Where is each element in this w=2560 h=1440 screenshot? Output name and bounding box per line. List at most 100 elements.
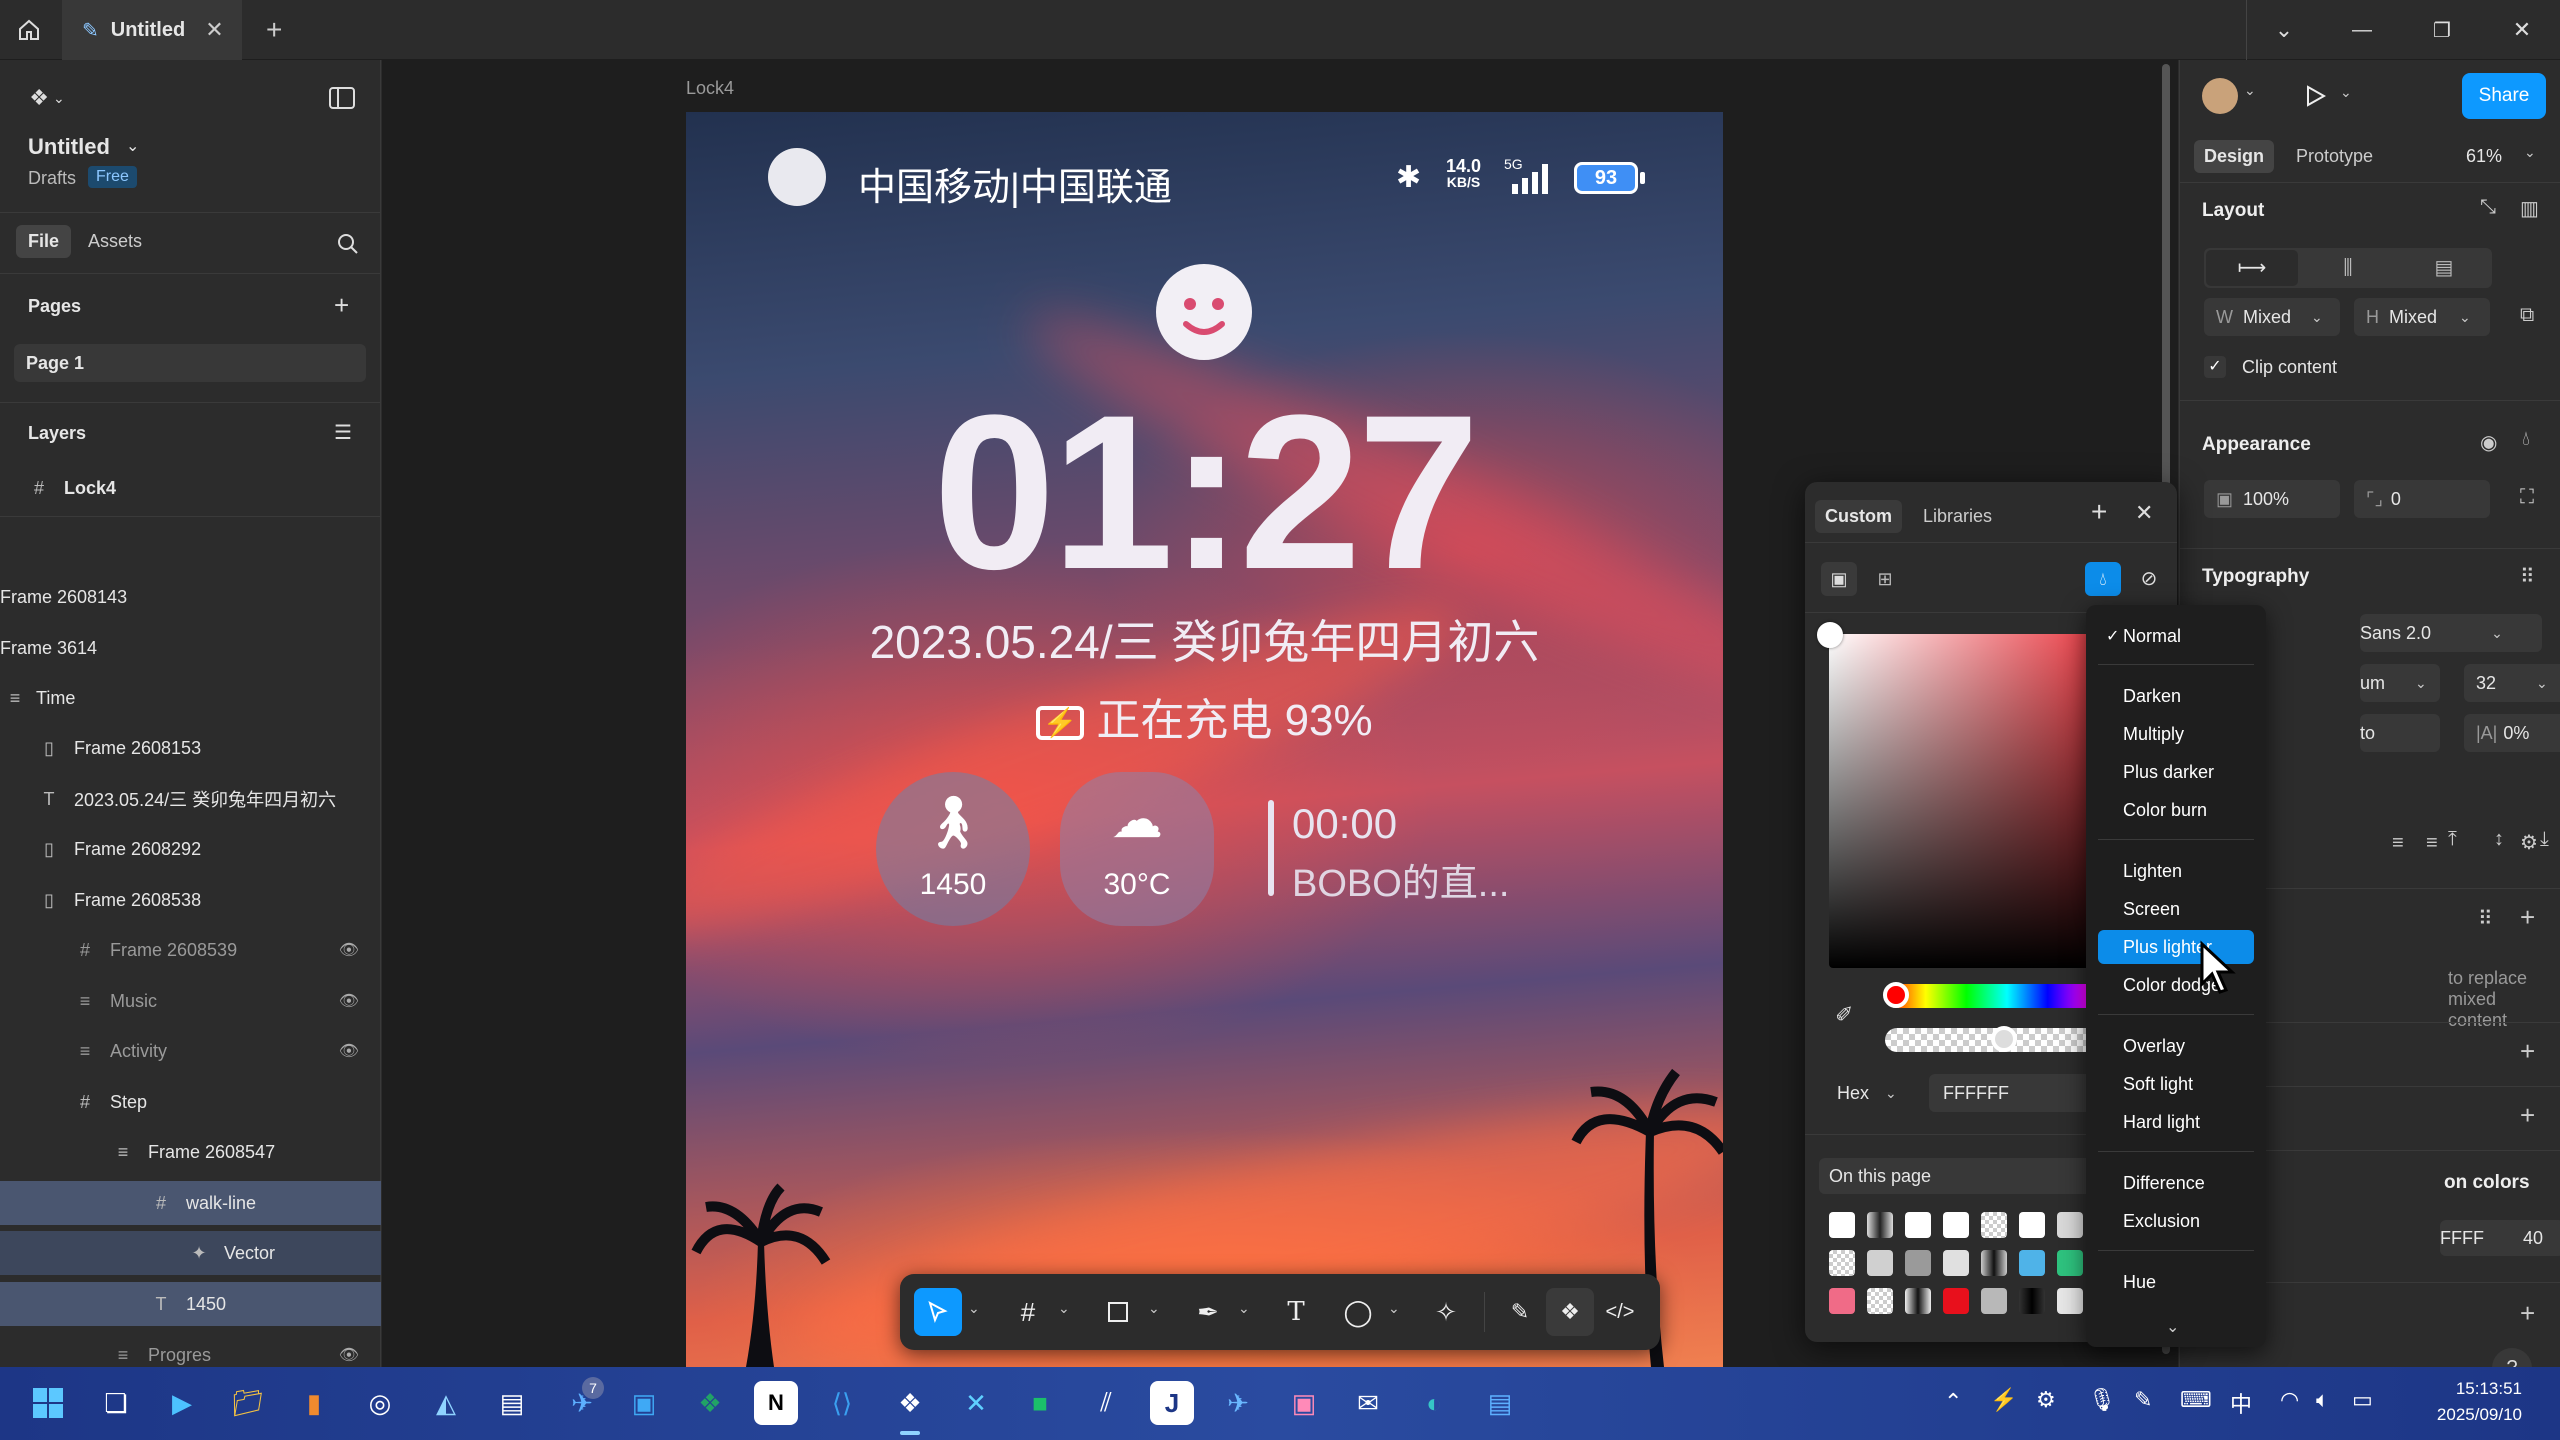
design-mode-button[interactable]: ❖ <box>1546 1288 1594 1336</box>
dev-mode-button[interactable]: </> <box>1596 1288 1644 1336</box>
home-icon[interactable] <box>12 14 46 46</box>
blend-mode-button[interactable]: 💧︎ <box>2085 562 2121 596</box>
swatch[interactable] <box>2019 1212 2045 1238</box>
swatch[interactable] <box>1905 1288 1931 1314</box>
new-tab-button[interactable]: + <box>266 0 282 60</box>
xmind-app-icon[interactable]: ✕ <box>954 1381 998 1425</box>
swatch[interactable] <box>2019 1288 2045 1314</box>
mail-app-icon[interactable]: ✉ <box>1346 1381 1390 1425</box>
pen-icon[interactable]: ✎ <box>2134 1387 2152 1413</box>
layer-row[interactable]: Frame 3614 <box>0 626 381 670</box>
minimize-icon[interactable]: — <box>2344 14 2380 46</box>
corner-radius-field[interactable]: ⌜⌟ 0 <box>2354 480 2490 518</box>
swatch[interactable] <box>1981 1212 2007 1238</box>
rectangle-tool-button[interactable] <box>1094 1288 1142 1336</box>
direction-vertical-button[interactable]: ▤ <box>2398 250 2490 286</box>
keyboard-icon[interactable]: ⌨ <box>2180 1387 2212 1413</box>
eye-icon[interactable]: ◉ <box>2480 430 2497 455</box>
swatch[interactable] <box>2057 1288 2083 1314</box>
height-field[interactable]: H Mixed ⌄ <box>2354 298 2490 336</box>
clipboard-app-icon[interactable]: ▤ <box>490 1381 534 1425</box>
figma-app-icon[interactable]: ❖ <box>888 1381 932 1425</box>
styles-grid-icon[interactable]: ⠿ <box>2478 906 2493 931</box>
blend-plus-darker[interactable]: Plus darker <box>2086 754 2266 790</box>
play-icon[interactable] <box>2298 80 2334 112</box>
file-location[interactable]: Drafts <box>28 168 76 189</box>
tab-custom[interactable]: Custom <box>1815 500 1902 533</box>
clock-date-tray[interactable]: 2025/09/10 <box>2412 1405 2522 1425</box>
eyedropper-icon[interactable]: ✐ <box>1835 1002 1853 1028</box>
font-weight-field[interactable]: um ⌄ <box>2360 664 2440 702</box>
blend-color-burn[interactable]: Color burn <box>2086 792 2266 828</box>
layer-row[interactable]: ▯ Frame 2608538 <box>0 878 381 922</box>
sidebar-toggle-icon[interactable] <box>326 82 358 114</box>
layer-row[interactable]: ≡ Frame 2608547 <box>0 1130 381 1174</box>
swatch[interactable] <box>2057 1250 2083 1276</box>
swatch[interactable] <box>1943 1212 1969 1238</box>
blend-darken[interactable]: Darken <box>2086 678 2266 714</box>
add-export-icon[interactable]: + <box>2520 1298 2535 1329</box>
swatch[interactable] <box>2019 1250 2045 1276</box>
hidden-eye-icon[interactable]: 👁︎ <box>339 1345 359 1365</box>
font-size-field[interactable]: 32 ⌄ <box>2464 664 2560 702</box>
comment-tool-button[interactable]: ◯ <box>1334 1288 1382 1336</box>
layer-row[interactable]: ▯ Frame 2608153 <box>0 726 381 770</box>
tab-file[interactable]: File <box>16 225 72 258</box>
layer-row[interactable]: ≡ Activity 👁︎ <box>0 1029 381 1073</box>
close-tab-icon[interactable]: ✕ <box>205 17 223 43</box>
feishu-app-icon[interactable]: ✈ <box>1216 1381 1260 1425</box>
blend-difference[interactable]: Difference <box>2086 1165 2266 1201</box>
align-top-icon[interactable]: ⤒ <box>2448 828 2457 851</box>
page-item[interactable]: Page 1 <box>14 344 366 382</box>
maximize-icon[interactable]: ❐ <box>2424 14 2460 46</box>
notes-app-icon[interactable]: ▤ <box>1478 1381 1522 1425</box>
layout-grid-icon[interactable]: ▥ <box>2520 196 2539 221</box>
swatch[interactable] <box>1829 1288 1855 1314</box>
opacity-field[interactable]: ▣ 100% <box>2204 480 2340 518</box>
share-button[interactable]: Share <box>2462 73 2546 119</box>
zoom-level[interactable]: 61% <box>2466 146 2502 167</box>
layer-row-selected[interactable]: ✦ Vector <box>0 1231 381 1275</box>
chevron-down-icon[interactable]: ⌄ <box>2266 14 2302 46</box>
line-height-field[interactable]: to <box>2360 714 2440 752</box>
scroll-down-chevron-icon[interactable]: ⌄ <box>2166 1317 2179 1337</box>
collapse-icon[interactable]: ⤡ <box>2480 196 2496 219</box>
tab-design[interactable]: Design <box>2194 140 2275 173</box>
swatch[interactable] <box>1867 1288 1893 1314</box>
chevron-down-icon[interactable]: ⌄ <box>2524 144 2536 161</box>
direction-horizontal-button[interactable]: ⟼ <box>2206 250 2298 286</box>
tray-app-icon[interactable]: ⚡ <box>1990 1387 2017 1413</box>
swatch[interactable] <box>1867 1250 1893 1276</box>
layer-row-selected[interactable]: # walk-line <box>0 1181 381 1225</box>
blend-lighten[interactable]: Lighten <box>2086 853 2266 889</box>
chevron-down-icon[interactable]: ⌄ <box>1388 1300 1400 1317</box>
file-explorer-icon[interactable]: 📁︎ <box>226 1381 270 1425</box>
draw-mode-button[interactable]: ✎ <box>1496 1288 1544 1336</box>
layer-row[interactable]: # Frame 2608539 👁︎ <box>0 928 381 972</box>
terminal-app-icon[interactable]: ▶ <box>160 1381 204 1425</box>
tray-app-icon[interactable]: ⚙︎ <box>2036 1387 2056 1413</box>
file-name[interactable]: Untitled <box>28 134 110 160</box>
add-page-icon[interactable]: + <box>334 290 349 321</box>
task-view-icon[interactable]: ❏ <box>94 1381 138 1425</box>
layer-row[interactable]: ▯ Frame 2608292 <box>0 827 381 871</box>
blend-overlay[interactable]: Overlay <box>2086 1028 2266 1064</box>
swatch[interactable] <box>1829 1250 1855 1276</box>
selection-color-opacity[interactable]: 40 <box>2506 1220 2560 1256</box>
swatch[interactable] <box>1981 1288 2007 1314</box>
blend-normal[interactable]: ✓ Normal <box>2086 618 2266 654</box>
on-this-page-select[interactable]: On this page <box>1819 1158 2119 1194</box>
blend-hard-light[interactable]: Hard light <box>2086 1104 2266 1140</box>
search-icon[interactable] <box>332 228 364 260</box>
swatch[interactable] <box>1905 1250 1931 1276</box>
chevron-down-icon[interactable]: ⌄ <box>1058 1300 1070 1317</box>
hidden-eye-icon[interactable]: 👁︎ <box>339 940 359 960</box>
layer-row[interactable]: ≡ Time <box>0 676 381 720</box>
edge-app-icon[interactable]: ◐ <box>1412 1381 1456 1425</box>
blend-soft-light[interactable]: Soft light <box>2086 1066 2266 1102</box>
add-stroke-icon[interactable]: + <box>2520 1036 2535 1067</box>
blend-hue[interactable]: Hue <box>2086 1264 2266 1300</box>
microphone-icon[interactable]: 🎙︎ <box>2088 1387 2116 1413</box>
volume-icon[interactable]: 🔈︎ <box>2316 1387 2329 1413</box>
avatar[interactable] <box>2202 78 2238 114</box>
